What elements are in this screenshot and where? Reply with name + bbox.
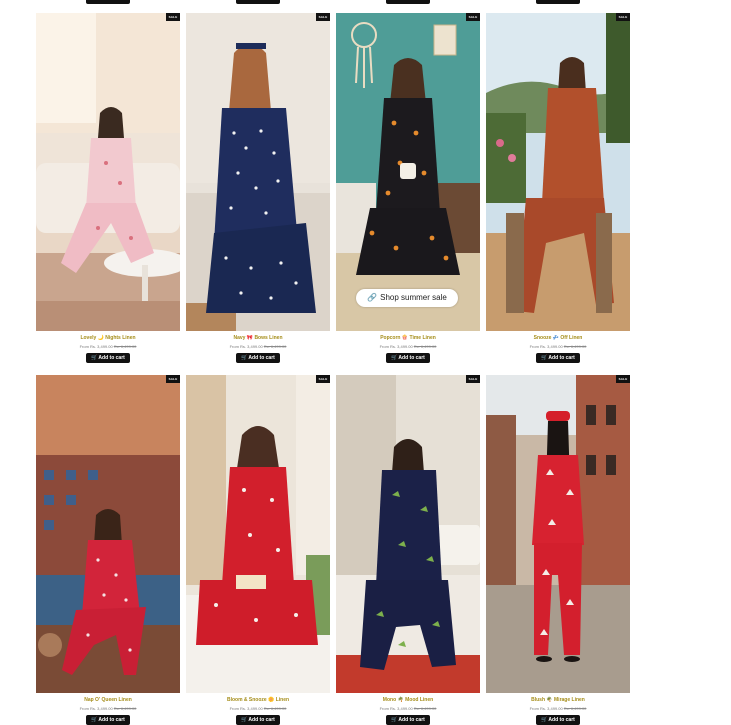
product-title[interactable]: Snooze 💤 Off Linen: [486, 335, 630, 342]
add-to-cart-button-previous[interactable]: [86, 0, 130, 4]
price-old: Rs. 6,499.00: [413, 344, 437, 349]
product-title[interactable]: Popcorn 🍿 Time Linen: [336, 335, 480, 342]
product-photo: [486, 13, 630, 331]
sale-badge: SALE: [166, 375, 180, 383]
product-image[interactable]: SALE: [36, 375, 180, 693]
cart-icon: 🛒: [241, 355, 248, 361]
previous-row-buttons: [0, 0, 731, 6]
price-from: From Rs. 3,499.00: [379, 706, 413, 711]
price-old: Rs. 6,499.00: [563, 344, 587, 349]
product-image[interactable]: SALE: [336, 375, 480, 693]
add-to-cart-label: Add to cart: [398, 355, 425, 361]
product-image[interactable]: SALE: [486, 13, 630, 331]
product-price: From Rs. 3,499.00Rs. 6,499.00: [336, 706, 480, 712]
price-old: Rs. 6,499.00: [263, 344, 287, 349]
product-price: From Rs. 3,499.00Rs. 6,499.00: [336, 344, 480, 350]
product-card[interactable]: SALE Snooze 💤 Off Linen From Rs. 3,499.0…: [486, 13, 630, 365]
sale-badge: SALE: [616, 375, 630, 383]
product-card[interactable]: SALE 🔗 Shop summer sale Popcorn 🍿 Time Li…: [336, 13, 480, 365]
product-photo: [186, 375, 330, 693]
price-old: Rs. 6,499.00: [263, 706, 287, 711]
product-photo: [336, 13, 480, 331]
add-to-cart-button[interactable]: 🛒Add to cart: [86, 715, 130, 725]
product-title[interactable]: Nap O' Queen Linen: [36, 697, 180, 704]
cart-icon: 🛒: [391, 355, 398, 361]
add-to-cart-label: Add to cart: [398, 717, 425, 723]
add-to-cart-button[interactable]: 🛒Add to cart: [536, 715, 580, 725]
product-grid: SALE Lovely 🌙 Nights Linen From Rs. 3,49…: [36, 13, 630, 725]
sale-badge: SALE: [166, 13, 180, 21]
product-card[interactable]: SALE Lovely 🌙 Nights Linen From Rs. 3,49…: [36, 13, 180, 365]
add-to-cart-button[interactable]: 🛒Add to cart: [386, 715, 430, 725]
cart-icon: 🛒: [91, 355, 98, 361]
price-old: Rs. 6,499.00: [113, 706, 137, 711]
product-card[interactable]: SALE Nap O' Queen Linen From Rs. 3,499.0…: [36, 375, 180, 725]
product-price: From Rs. 3,499.00Rs. 6,499.00: [186, 706, 330, 712]
product-title[interactable]: Lovely 🌙 Nights Linen: [36, 335, 180, 342]
link-icon: 🔗: [367, 293, 378, 302]
product-image[interactable]: SALE 🔗 Shop summer sale: [336, 13, 480, 331]
product-title[interactable]: Mono 🌴 Mood Linen: [336, 697, 480, 704]
product-photo: [186, 13, 330, 331]
sale-badge: SALE: [316, 13, 330, 21]
cart-icon: 🛒: [241, 717, 248, 723]
product-card[interactable]: SALE Blush 🌴 Mirage Linen From Rs. 3,499…: [486, 375, 630, 725]
product-price: From Rs. 3,499.00Rs. 6,499.00: [486, 344, 630, 350]
cart-icon: 🛒: [541, 717, 548, 723]
sale-badge: SALE: [616, 13, 630, 21]
product-title[interactable]: Blush 🌴 Mirage Linen: [486, 697, 630, 704]
price-from: From Rs. 3,499.00: [529, 706, 563, 711]
product-photo: [36, 375, 180, 693]
cart-icon: 🛒: [541, 355, 548, 361]
add-to-cart-label: Add to cart: [548, 355, 575, 361]
product-price: From Rs. 3,499.00Rs. 6,499.00: [36, 706, 180, 712]
product-image[interactable]: SALE: [486, 375, 630, 693]
add-to-cart-button-previous[interactable]: [236, 0, 280, 4]
product-grid-page: SALE Lovely 🌙 Nights Linen From Rs. 3,49…: [0, 0, 731, 725]
add-to-cart-button-previous[interactable]: [386, 0, 430, 4]
add-to-cart-button[interactable]: 🛒Add to cart: [236, 715, 280, 725]
add-to-cart-button[interactable]: 🛒Add to cart: [86, 353, 130, 363]
price-from: From Rs. 3,499.00: [379, 344, 413, 349]
product-price: From Rs. 3,499.00Rs. 6,499.00: [186, 344, 330, 350]
sale-badge: SALE: [316, 375, 330, 383]
add-to-cart-label: Add to cart: [98, 355, 125, 361]
price-old: Rs. 6,499.00: [413, 706, 437, 711]
price-from: From Rs. 3,499.00: [529, 344, 563, 349]
price-old: Rs. 6,499.00: [113, 344, 137, 349]
price-from: From Rs. 3,499.00: [79, 706, 113, 711]
product-card[interactable]: SALE Mono 🌴 Mood Linen From Rs. 3,499.00…: [336, 375, 480, 725]
price-from: From Rs. 3,499.00: [229, 344, 263, 349]
add-to-cart-button[interactable]: 🛒Add to cart: [386, 353, 430, 363]
cart-icon: 🛒: [391, 717, 398, 723]
price-old: Rs. 6,499.00: [563, 706, 587, 711]
product-title[interactable]: Navy 🎀 Bows Linen: [186, 335, 330, 342]
shop-summer-sale-label: Shop summer sale: [380, 293, 447, 302]
product-image[interactable]: SALE: [186, 13, 330, 331]
product-title[interactable]: Bloom & Snooze 🌼 Linen: [186, 697, 330, 704]
price-from: From Rs. 3,499.00: [229, 706, 263, 711]
price-from: From Rs. 3,499.00: [79, 344, 113, 349]
product-price: From Rs. 3,499.00Rs. 6,499.00: [486, 706, 630, 712]
add-to-cart-label: Add to cart: [248, 717, 275, 723]
shop-summer-sale-button[interactable]: 🔗 Shop summer sale: [356, 289, 458, 307]
product-card[interactable]: SALE Bloom & Snooze 🌼 Linen From Rs. 3,4…: [186, 375, 330, 725]
add-to-cart-button[interactable]: 🛒Add to cart: [236, 353, 280, 363]
add-to-cart-label: Add to cart: [548, 717, 575, 723]
product-photo: [336, 375, 480, 693]
product-price: From Rs. 3,499.00Rs. 6,499.00: [36, 344, 180, 350]
product-photo: [36, 13, 180, 331]
product-image[interactable]: SALE: [36, 13, 180, 331]
sale-badge: SALE: [466, 13, 480, 21]
add-to-cart-button[interactable]: 🛒Add to cart: [536, 353, 580, 363]
add-to-cart-label: Add to cart: [248, 355, 275, 361]
add-to-cart-label: Add to cart: [98, 717, 125, 723]
sale-badge: SALE: [466, 375, 480, 383]
product-photo: [486, 375, 630, 693]
product-card[interactable]: SALE Navy 🎀 Bows Linen From Rs. 3,499.00…: [186, 13, 330, 365]
add-to-cart-button-previous[interactable]: [536, 0, 580, 4]
cart-icon: 🛒: [91, 717, 98, 723]
product-image[interactable]: SALE: [186, 375, 330, 693]
